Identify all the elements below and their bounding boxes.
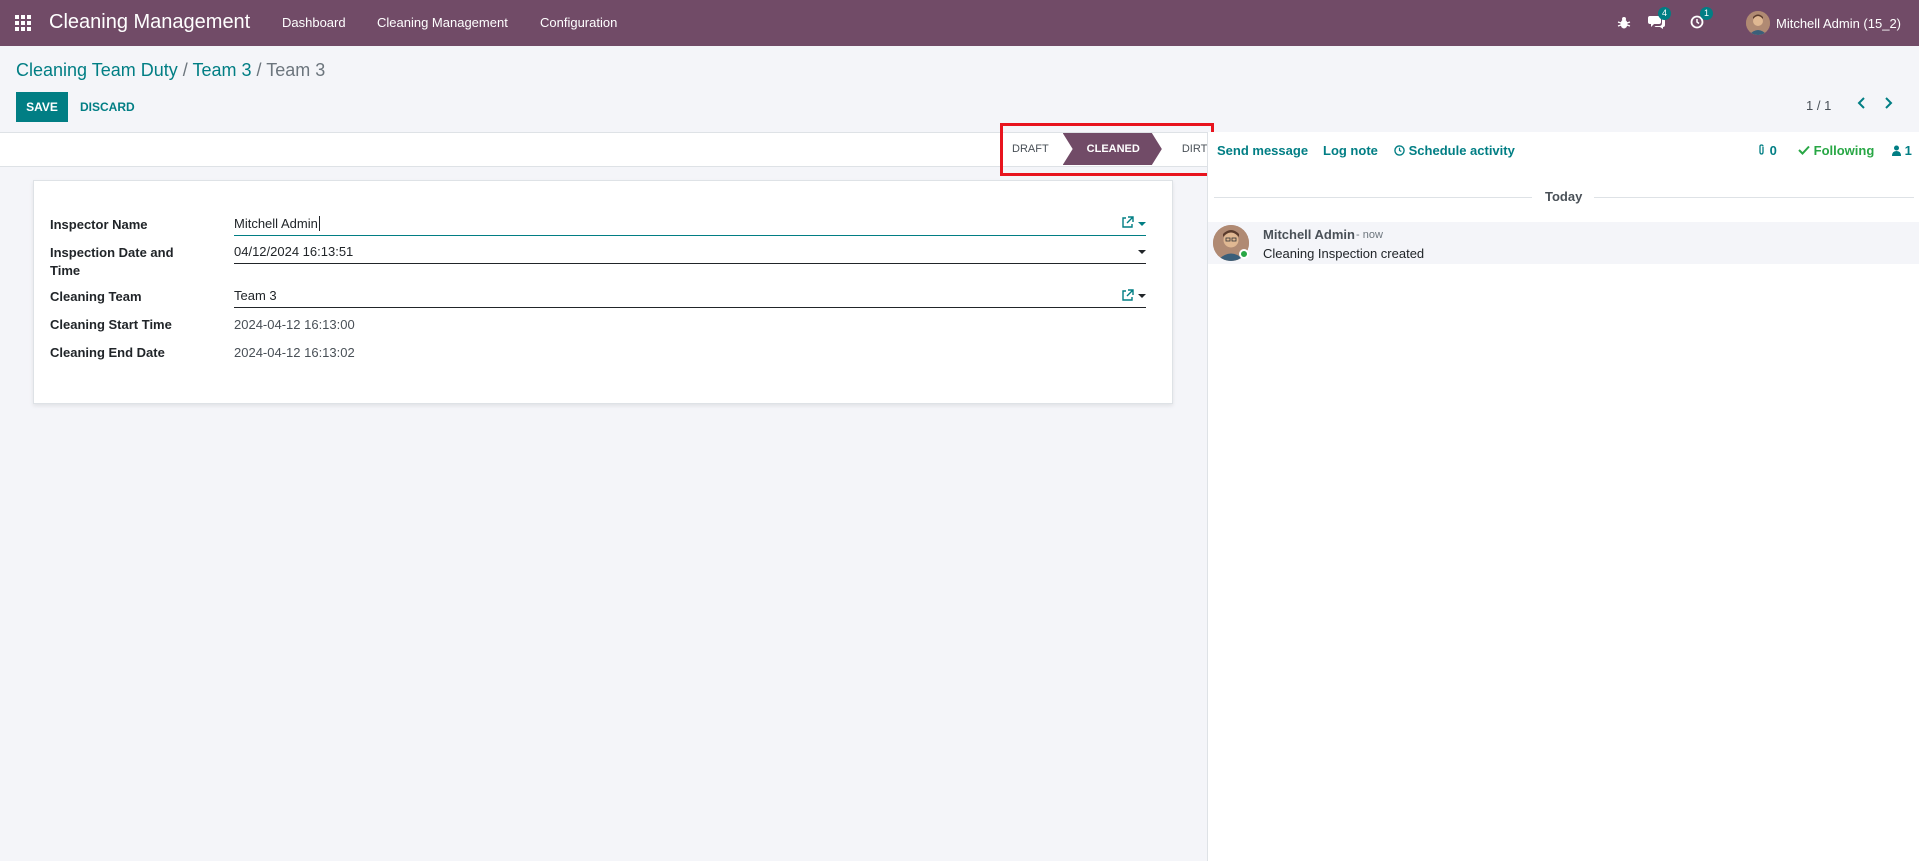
activities-icon[interactable]: 1 <box>1690 0 1714 46</box>
schedule-activity-label: Schedule activity <box>1408 143 1515 158</box>
schedule-activity-button[interactable]: Schedule activity <box>1394 143 1515 158</box>
message-date: - now <box>1356 229 1383 241</box>
today-label: Today <box>1545 189 1583 204</box>
cleaning-team-input[interactable]: Team 3 <box>234 286 1146 308</box>
breadcrumb-item-cleaning-team-duty[interactable]: Cleaning Team Duty <box>16 60 178 80</box>
message-body: Cleaning Inspection created <box>1263 246 1425 261</box>
chevron-down-icon[interactable] <box>1138 222 1146 226</box>
breadcrumb-item-team[interactable]: Team 3 <box>192 60 251 80</box>
breadcrumb: Cleaning Team Duty / Team 3 / Team 3 <box>16 60 325 81</box>
inspection-date-input[interactable]: 04/12/2024 16:13:51 <box>234 242 1146 264</box>
clock-icon <box>1394 145 1405 156</box>
message-author[interactable]: Mitchell Admin <box>1263 227 1355 242</box>
menu-item-cleaning-management[interactable]: Cleaning Management <box>377 15 508 30</box>
today-separator: Today <box>1214 189 1914 205</box>
discard-button[interactable]: DISCARD <box>80 92 135 122</box>
followers-button[interactable]: 1 <box>1892 143 1912 158</box>
inspector-name-input[interactable]: Mitchell Admin <box>234 214 1146 236</box>
user-icon <box>1892 145 1901 156</box>
start-time-value: 2024-04-12 16:13:00 <box>234 317 355 332</box>
following-button[interactable]: Following <box>1798 143 1874 158</box>
activities-badge: 1 <box>1700 6 1714 20</box>
attachments-count: 0 <box>1769 143 1777 158</box>
end-date-value: 2024-04-12 16:13:02 <box>234 345 355 360</box>
send-message-button[interactable]: Send message <box>1217 143 1308 158</box>
start-time-label: Cleaning Start Time <box>50 317 172 332</box>
pager-next-icon[interactable] <box>1884 96 1894 115</box>
save-button[interactable]: SAVE <box>16 92 68 122</box>
attachments-button[interactable]: 0 <box>1757 143 1777 158</box>
apps-menu-icon[interactable] <box>15 15 33 31</box>
chevron-down-icon[interactable] <box>1138 250 1146 254</box>
breadcrumb-separator: / <box>256 60 262 80</box>
online-status-icon <box>1239 249 1249 259</box>
breadcrumb-current: Team 3 <box>266 60 326 80</box>
breadcrumb-separator: / <box>182 60 188 80</box>
log-note-button[interactable]: Log note <box>1323 143 1378 158</box>
following-label: Following <box>1813 143 1875 158</box>
messages-icon[interactable]: 4 <box>1648 0 1672 46</box>
team-external-link-icon[interactable] <box>1121 289 1134 305</box>
followers-count: 1 <box>1904 143 1912 158</box>
user-avatar <box>1746 11 1770 35</box>
user-menu[interactable]: Mitchell Admin (15_2) <box>1746 0 1901 46</box>
inspector-external-link-icon[interactable] <box>1121 216 1134 232</box>
pager-previous-icon[interactable] <box>1856 96 1866 115</box>
menu-item-configuration[interactable]: Configuration <box>540 15 617 30</box>
check-icon <box>1798 145 1810 155</box>
end-date-label: Cleaning End Date <box>50 345 165 360</box>
debug-icon[interactable] <box>1617 0 1631 46</box>
messages-badge: 4 <box>1658 6 1672 20</box>
app-brand[interactable]: Cleaning Management <box>49 11 250 34</box>
pager-value[interactable]: 1 / 1 <box>1806 98 1831 113</box>
inspection-date-value: 04/12/2024 16:13:51 <box>234 244 354 259</box>
stage-draft[interactable]: DRAFT <box>1004 133 1063 165</box>
menu-item-dashboard[interactable]: Dashboard <box>282 15 346 30</box>
form-sheet: Inspector Name Mitchell Admin Inspection… <box>33 180 1173 404</box>
user-name: Mitchell Admin (15_2) <box>1776 15 1901 31</box>
inspector-name-label: Inspector Name <box>50 217 148 232</box>
inspection-date-label: Inspection Date and Time <box>50 245 174 278</box>
status-stages: DRAFT CLEANED DIRTY <box>1004 133 1229 165</box>
inspector-name-value: Mitchell Admin <box>234 216 318 231</box>
cleaning-team-label: Cleaning Team <box>50 289 142 304</box>
top-navbar: Cleaning Management Dashboard Cleaning M… <box>0 0 1919 46</box>
cleaning-team-value: Team 3 <box>234 288 277 303</box>
stage-cleaned[interactable]: CLEANED <box>1063 133 1162 165</box>
paperclip-icon <box>1759 144 1764 155</box>
chevron-down-icon[interactable] <box>1138 294 1146 298</box>
